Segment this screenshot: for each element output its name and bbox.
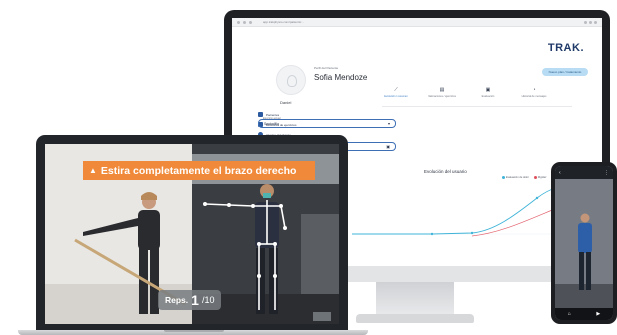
menu-icon[interactable] (594, 20, 597, 24)
tab-evaluation[interactable]: ▣ Evaluación (474, 87, 502, 99)
play-icon[interactable]: ▶ (596, 311, 600, 317)
joint-point (273, 242, 277, 246)
joint-point (283, 226, 287, 230)
joint-point (251, 204, 255, 208)
joint-point (257, 242, 261, 246)
clipboard-icon: ▤ (439, 87, 445, 93)
patient-name: Sofia Mendoze (314, 73, 368, 82)
tab-label: Evolución / resumen (384, 95, 408, 98)
window-dot-icon[interactable] (249, 20, 252, 24)
office-door (301, 214, 339, 304)
extension-icon[interactable] (584, 20, 587, 24)
phone-person-leg (586, 252, 591, 290)
monitor-stand-base (356, 314, 474, 323)
trainer-torso (138, 210, 160, 250)
face-mask (263, 193, 271, 198)
series-line-secondary (471, 205, 563, 237)
smartphone: ‹ ⋮ ⌂ ▶ (551, 162, 617, 324)
browser-actions (584, 20, 597, 24)
laptop-notch (164, 330, 224, 332)
laptop: ▲ Estira completamente el brazo derecho … (36, 135, 348, 331)
person-placeholder-icon (287, 75, 297, 87)
joint-point (203, 202, 207, 206)
patient-leg (269, 248, 278, 314)
exercise-select[interactable]: Sentadilla ▾ (258, 119, 396, 128)
browser-toolbar: app.trakphysio.com/patients/... (232, 18, 602, 27)
reps-total: /10 (201, 295, 215, 305)
avatar (276, 65, 306, 95)
profile-tabs: ⟋ Evolución / resumen ▤ Valoraciones / e… (382, 87, 548, 99)
history-icon: ◔ (532, 87, 536, 93)
phone-person-leg (579, 252, 584, 290)
tabs-divider (382, 106, 572, 107)
warning-triangle-icon: ▲ (89, 166, 97, 175)
more-options-icon[interactable]: ⋮ (604, 170, 609, 176)
tab-label: Evaluación (481, 95, 495, 98)
joint-point (257, 274, 261, 278)
joint-point (227, 203, 231, 207)
sidebar-item-label: Pacientes (266, 112, 280, 117)
phone-camera-view (555, 166, 613, 320)
tab-label: Valoraciones / ejercicios (428, 95, 456, 98)
extension-icon[interactable] (589, 20, 592, 24)
phone-topbar: ‹ ⋮ (555, 166, 613, 179)
evolution-chart-title: Evolución del usuario (424, 169, 467, 174)
avatar-caption: Daniel (280, 100, 292, 105)
monitor-stand (376, 282, 454, 316)
patient-leg (256, 248, 265, 314)
phone-person-head (580, 213, 590, 223)
reps-count: 1 (191, 292, 199, 308)
phone-screen: ‹ ⋮ ⌂ ▶ (555, 166, 613, 320)
exercise-session-screen: ▲ Estira completamente el brazo derecho … (45, 144, 339, 324)
joint-point (273, 274, 277, 278)
trend-icon: ⟋ (394, 87, 398, 93)
tab-label: Historial de mensajes (521, 95, 547, 98)
reps-counter: Reps. 1/10 (158, 290, 222, 310)
tab-history[interactable]: ◔ Historial de mensajes (520, 87, 548, 99)
data-point[interactable] (470, 231, 474, 235)
tab-exercises[interactable]: ▤ Valoraciones / ejercicios (428, 87, 456, 99)
brand-logo: TRAK. (547, 42, 584, 54)
calendar-icon: ▣ (485, 87, 491, 93)
data-point[interactable] (535, 196, 539, 200)
camera-thumbnail[interactable] (313, 312, 331, 321)
back-icon[interactable]: ‹ (559, 170, 561, 176)
tab-evolution[interactable]: ⟋ Evolución / resumen (382, 87, 410, 99)
profile-label: Perfil del Paciente (314, 66, 339, 70)
address-bar[interactable]: app.trakphysio.com/patients/... (263, 20, 304, 24)
home-icon[interactable]: ⌂ (568, 311, 571, 317)
exercise-select-value: Sentadilla (264, 121, 279, 126)
window-dot-icon[interactable] (243, 20, 246, 24)
phone-person-shirt (578, 223, 592, 253)
exercise-hint-text: Estira completamente el brazo derecho (100, 164, 297, 177)
chevron-down-icon: ▾ (387, 121, 390, 126)
calendar-icon: ▣ (386, 144, 390, 149)
new-plan-button[interactable]: Nuevo plan / tratamiento (542, 68, 588, 76)
window-dot-icon[interactable] (237, 20, 240, 24)
joint-point (279, 204, 283, 208)
phone-bottombar: ⌂ ▶ (555, 308, 613, 320)
exercise-hint-banner: ▲ Estira completamente el brazo derecho (83, 161, 315, 180)
reps-label: Reps. (165, 295, 189, 305)
data-point[interactable] (430, 232, 434, 236)
